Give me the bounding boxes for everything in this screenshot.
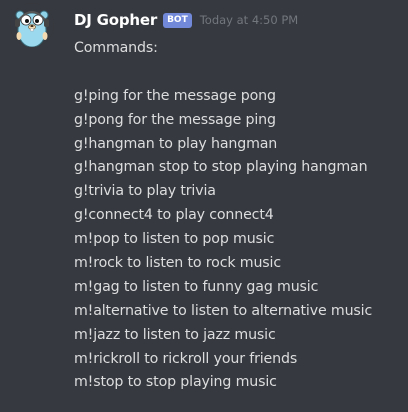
command-line: g!hangman stop to stop playing hangman	[74, 159, 368, 176]
command-line: m!stop to stop playing music	[74, 374, 277, 391]
command-line: g!trivia to play trivia	[74, 183, 216, 200]
command-line: g!ping for the message pong	[74, 87, 276, 104]
username[interactable]: DJ Gopher	[74, 11, 157, 29]
message-header: DJ Gopher BOT Today at 4:50 PM	[74, 9, 298, 31]
command-line: m!gag to listen to funny gag music	[74, 278, 319, 295]
message-title: Commands:	[74, 40, 158, 56]
avatar[interactable]	[10, 3, 54, 47]
gopher-avatar-icon	[10, 3, 54, 47]
command-line: m!jazz to listen to jazz music	[74, 326, 276, 343]
bot-tag: BOT	[163, 12, 192, 28]
command-line: m!rickroll to rickroll your friends	[74, 350, 298, 367]
command-list: g!ping for the message pong g!pong for t…	[74, 85, 404, 396]
timestamp[interactable]: Today at 4:50 PM	[200, 13, 298, 27]
command-line: g!pong for the message ping	[74, 111, 276, 128]
command-line: m!alternative to listen to alternative m…	[74, 302, 373, 319]
message-content: Commands: g!ping for the message pong g!…	[74, 37, 404, 395]
command-line: m!pop to listen to pop music	[74, 231, 275, 248]
chat-message: DJ Gopher BOT Today at 4:50 PM Commands:…	[0, 0, 408, 412]
command-line: m!rock to listen to rock music	[74, 255, 281, 272]
command-line: g!hangman to play hangman	[74, 135, 278, 152]
command-line: g!connect4 to play connect4	[74, 207, 274, 224]
